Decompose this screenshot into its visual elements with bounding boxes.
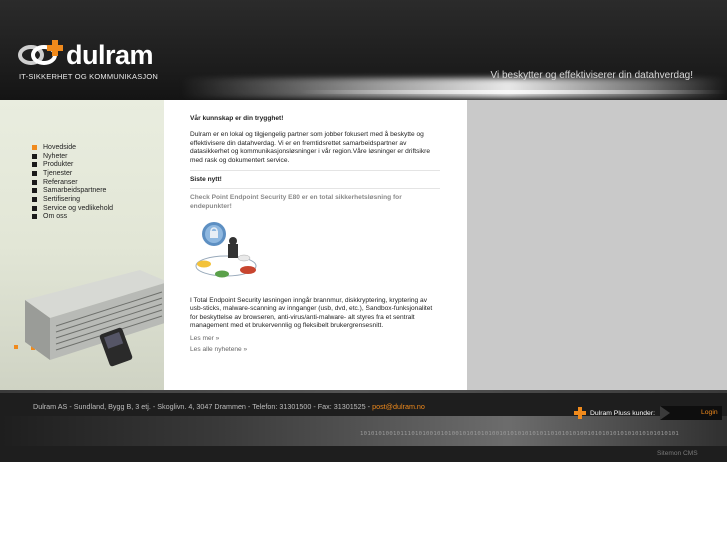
nav-bullet-icon (32, 205, 37, 211)
header-light-streak (180, 78, 727, 98)
nav-bullet-icon (32, 153, 37, 159)
header-light-line (300, 90, 727, 94)
server-rack-image (25, 270, 164, 367)
footer-address: Dulram AS - Sundland, Bygg B, 3 etj. - S… (33, 402, 425, 411)
header-tagline: Vi beskytter og effektiviserer din datah… (490, 70, 693, 81)
site-header: dulram IT-SIKKERHET OG KOMMUNIKASJON Vi … (0, 0, 727, 100)
page: dulram IT-SIKKERHET OG KOMMUNIKASJON Vi … (0, 0, 727, 545)
content-heading: Vår kunnskap er din trygghet! (190, 115, 284, 122)
nav-bullet-icon (32, 179, 37, 185)
cms-credit[interactable]: Sitemon CMS (657, 450, 698, 457)
news-heading: Siste nytt! (190, 176, 222, 184)
login-arrow-icon (660, 406, 670, 420)
nav-bullet-icon (32, 188, 37, 194)
main-content: Vår kunnskap er din trygghet! Dulram er … (164, 100, 467, 390)
nav-item-label: Nyheter (43, 152, 68, 160)
address-text: Dulram AS - Sundland, Bygg B, 3 etj. - S… (33, 402, 373, 411)
nav-item-label: Samarbeidspartnere (43, 187, 107, 195)
nav-bullet-icon (32, 170, 37, 176)
nav-item-label: Om oss (43, 213, 68, 221)
nav-bullet-icon (32, 196, 37, 202)
nav-item[interactable]: Service og vedlikehold (32, 204, 113, 213)
login-link[interactable]: Login (701, 409, 718, 416)
nav-item[interactable]: Hovedside (32, 143, 113, 152)
nav-item-label: Tjenester (43, 169, 73, 177)
logo-icon[interactable] (18, 38, 66, 70)
nav-item[interactable]: Referanser (32, 178, 113, 187)
right-column (467, 100, 727, 390)
nav-item[interactable]: Produkter (32, 160, 113, 169)
email-link[interactable]: post@dulram.no (372, 402, 425, 411)
nav-item-label: Sertifisering (43, 195, 80, 203)
left-sidebar: Hovedside Nyheter Produkter Tjenester Refera… (0, 100, 164, 390)
nav-bullet-icon (32, 162, 37, 168)
plus-logo-icon (574, 407, 586, 419)
divider (190, 188, 440, 190)
nav-item[interactable]: Nyheter (32, 152, 113, 161)
read-more-link[interactable]: Les mer » (190, 335, 440, 342)
nav-item-label: Referanser (43, 178, 78, 186)
nav-bullet-icon (32, 144, 37, 150)
nav-item[interactable]: Tjenester (32, 169, 113, 178)
logo-name[interactable]: dulram (66, 40, 154, 71)
nav-item-label: Hovedside (43, 143, 77, 151)
footer-binary-decor: 1010101001011101010010101001010101010010… (360, 431, 680, 437)
all-news-link[interactable]: Les alle nyhetene » (190, 346, 440, 353)
nav-item[interactable]: Samarbeidspartnere (32, 186, 113, 195)
pluss-label: Dulram Pluss kunder: (590, 409, 655, 417)
nav-item-label: Produkter (43, 161, 74, 169)
divider (190, 170, 440, 172)
nav-item-label: Service og vedlikehold (43, 204, 114, 212)
nav-item[interactable]: Sertifisering (32, 195, 113, 204)
news-title-link[interactable]: Check Point Endpoint Security E80 er en … (190, 194, 440, 211)
site-footer: Dulram AS - Sundland, Bygg B, 3 etj. - S… (0, 390, 727, 462)
logo-subtitle: IT-SIKKERHET OG KOMMUNIKASJON (19, 72, 159, 81)
intro-text: Dulram er en lokal og tilgjengelig partn… (190, 131, 431, 164)
pluss-customers: Dulram Pluss kunder: (574, 407, 655, 419)
decor-square (14, 345, 18, 349)
endpoint-security-graphic (195, 221, 257, 278)
main-navigation: Hovedside Nyheter Produkter Tjenester Refera… (32, 143, 113, 221)
nav-bullet-icon (32, 214, 37, 220)
news-body: I Total Endpoint Security løsningen inng… (190, 296, 433, 330)
nav-item[interactable]: Om oss (32, 213, 113, 222)
footer-top-line (0, 390, 727, 393)
